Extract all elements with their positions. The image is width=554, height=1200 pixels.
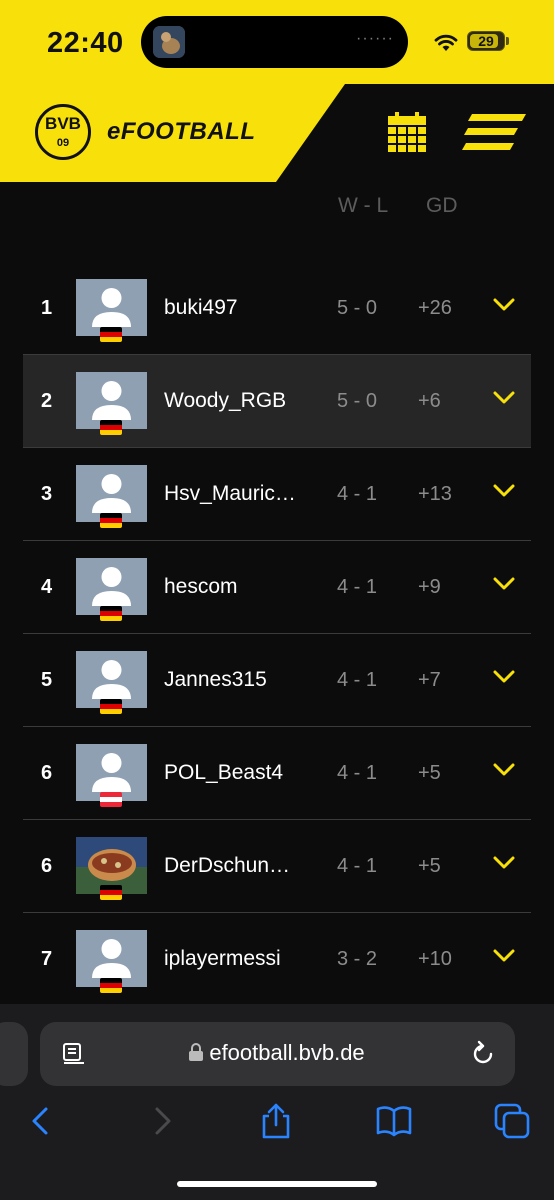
- menu-icon[interactable]: [462, 114, 526, 150]
- chevron-down-icon[interactable]: [493, 763, 515, 777]
- battery-icon: 29: [467, 31, 505, 51]
- rank: 2: [41, 390, 53, 412]
- goal-difference: +5: [418, 855, 441, 877]
- reload-icon[interactable]: [470, 1040, 496, 1068]
- germany-flag-icon: [100, 699, 122, 714]
- rank: 5: [41, 669, 53, 691]
- share-icon[interactable]: [258, 1103, 294, 1139]
- player-name: DerDschun…: [164, 854, 291, 877]
- win-loss: 5 - 0: [337, 297, 378, 319]
- win-loss: 4 - 1: [337, 576, 378, 598]
- goal-difference: +26: [418, 297, 452, 319]
- rank: 6: [41, 855, 53, 877]
- rank: 3: [41, 483, 53, 505]
- bookmarks-icon[interactable]: [376, 1103, 412, 1139]
- goal-difference: +10: [418, 948, 452, 970]
- germany-flag-icon: [100, 606, 122, 621]
- back-icon[interactable]: [24, 1103, 60, 1139]
- austria-flag-icon: [100, 792, 122, 807]
- chevron-down-icon[interactable]: [493, 298, 515, 312]
- leaderboard-row-3[interactable]: 3 Hsv_Mauric… 4 - 1 +13: [23, 448, 531, 541]
- rank: 7: [41, 948, 53, 970]
- win-loss: 3 - 2: [337, 948, 378, 970]
- logo-year: 09: [56, 137, 70, 149]
- germany-flag-icon: [100, 978, 122, 993]
- leaderboard-row-2[interactable]: 2 Woody_RGB 5 - 0 +6: [23, 355, 531, 448]
- chevron-down-icon[interactable]: [493, 856, 515, 870]
- germany-flag-icon: [100, 513, 122, 528]
- player-name: iplayermessi: [164, 947, 281, 970]
- win-loss: 4 - 1: [337, 762, 378, 784]
- goal-difference: +6: [418, 390, 441, 412]
- app-name: eFOOTBALL: [107, 118, 256, 145]
- chevron-down-icon[interactable]: [493, 670, 515, 684]
- battery-level: 29: [478, 33, 494, 49]
- chevron-down-icon[interactable]: [493, 484, 515, 498]
- player-name: Hsv_Mauric…: [164, 482, 296, 505]
- leaderboard-row-4[interactable]: 4 hescom 4 - 1 +9: [23, 541, 531, 634]
- rank: 4: [41, 576, 53, 598]
- wifi-icon: [434, 34, 458, 51]
- win-loss: 4 - 1: [337, 669, 378, 691]
- germany-flag-icon: [100, 420, 122, 435]
- leaderboard-row-5[interactable]: 5 Jannes315 4 - 1 +7: [23, 634, 531, 727]
- island-dots: ······: [356, 30, 394, 47]
- leaderboard-row-6[interactable]: 6 POL_Beast4 4 - 1 +5: [23, 727, 531, 820]
- url-text: efootball.bvb.de: [209, 1040, 365, 1065]
- player-name: POL_Beast4: [164, 761, 284, 784]
- player-name: Jannes315: [164, 668, 267, 691]
- tabs-icon[interactable]: [494, 1103, 530, 1139]
- win-loss: 4 - 1: [337, 855, 378, 877]
- player-name: Woody_RGB: [164, 389, 287, 412]
- leaderboard-row-1[interactable]: 1 buki497 5 - 0 +26: [23, 262, 531, 355]
- now-playing-thumbnail: [153, 26, 185, 58]
- goal-difference: +5: [418, 762, 441, 784]
- win-loss: 4 - 1: [337, 483, 378, 505]
- chevron-down-icon[interactable]: [493, 577, 515, 591]
- goal-difference: +9: [418, 576, 441, 598]
- forward-icon[interactable]: [143, 1103, 179, 1139]
- goal-difference: +7: [418, 669, 441, 691]
- player-name: hescom: [164, 575, 238, 598]
- lock-icon: [189, 1043, 204, 1061]
- logo-text: BVB: [45, 114, 81, 133]
- status-bar: 22:40 ······ 29: [0, 0, 554, 84]
- leaderboard-row-7[interactable]: 6 DerDschun… 4 - 1 +5: [23, 820, 531, 913]
- win-loss: 5 - 0: [337, 390, 378, 412]
- germany-flag-icon: [100, 327, 122, 342]
- goal-difference: +13: [418, 483, 452, 505]
- battery-nub: [506, 37, 509, 45]
- column-header-wl: W - L: [338, 194, 389, 217]
- calendar-icon[interactable]: [388, 112, 426, 152]
- chevron-down-icon[interactable]: [493, 391, 515, 405]
- leaderboard-row-8[interactable]: 7 iplayermessi 3 - 2 +10: [23, 913, 531, 1006]
- column-header-gd: GD: [426, 194, 458, 217]
- germany-flag-icon: [100, 885, 122, 900]
- home-indicator: [177, 1181, 377, 1187]
- player-name: buki497: [164, 296, 238, 319]
- rank: 6: [41, 762, 53, 784]
- chevron-down-icon[interactable]: [493, 949, 515, 963]
- dynamic-island[interactable]: ······: [141, 16, 408, 68]
- rank: 1: [41, 297, 53, 319]
- bvb-logo[interactable]: BVB 09: [35, 104, 91, 160]
- status-time: 22:40: [47, 27, 124, 59]
